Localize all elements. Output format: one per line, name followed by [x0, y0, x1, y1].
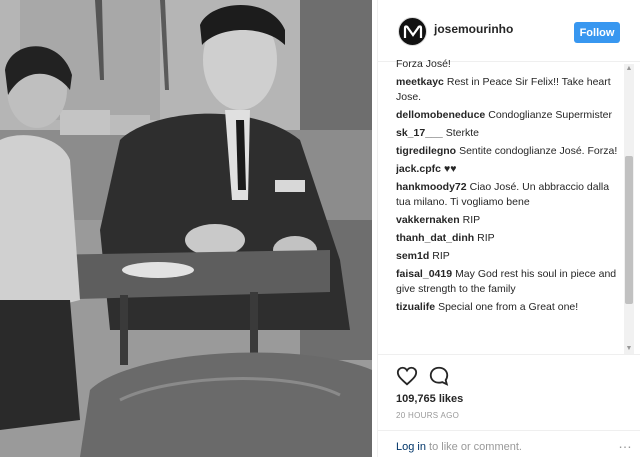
comment-text: Sterkte: [445, 127, 479, 139]
comment-item: tigredilegno Sentite condoglianze José. F…: [396, 144, 618, 159]
comment-text: Condoglianze Supermister: [488, 109, 612, 121]
scrollbar[interactable]: ▲ ▼: [624, 64, 634, 354]
comments-list[interactable]: Forza José! meetkayc Rest in Peace Sir Fel…: [396, 57, 618, 354]
scroll-down-icon[interactable]: ▼: [624, 344, 634, 354]
comment-text: RIP: [462, 214, 481, 226]
comment-author[interactable]: meetkayc: [396, 76, 444, 88]
likes-count[interactable]: 109,765 likes: [396, 393, 463, 405]
comment-text: Special one from a Great one!: [438, 301, 579, 313]
comment-text: RIP: [477, 232, 495, 244]
more-options-icon[interactable]: …: [618, 435, 632, 451]
comment-author[interactable]: sk_17___: [396, 127, 443, 139]
comment-author[interactable]: hankmoody72: [396, 181, 467, 193]
comment-item: dellomobeneduce Condoglianze Supermister: [396, 108, 618, 123]
comment-author[interactable]: sem1d: [396, 250, 429, 262]
comment-text: RIP: [432, 250, 450, 262]
comment-bubble-icon[interactable]: [428, 365, 450, 387]
comment-item: jack.cpfc ♥♥: [396, 162, 618, 177]
comment-item: thanh_dat_dinh RIP: [396, 231, 618, 246]
comment-text: Forza José!: [396, 58, 451, 70]
scroll-thumb[interactable]: [625, 156, 633, 304]
comment-text: Sentite condoglianze José. Forza!: [459, 145, 618, 157]
comment-author[interactable]: vakkernaken: [396, 214, 460, 226]
comment-author[interactable]: jack.cpfc: [396, 163, 441, 175]
comment-item: Forza José!: [396, 57, 618, 72]
comment-item: hankmoody72 Ciao José. Un abbraccio dalla…: [396, 180, 618, 210]
comment-text: ♥♥: [443, 163, 457, 175]
login-link[interactable]: Log in: [396, 441, 426, 453]
comment-author[interactable]: tigredilegno: [396, 145, 456, 157]
comment-author[interactable]: dellomobeneduce: [396, 109, 485, 121]
post-timestamp: 20 HOURS AGO: [396, 411, 460, 420]
comment-item: sk_17___ Sterkte: [396, 126, 618, 141]
m-logo-icon: [403, 24, 422, 38]
follow-button[interactable]: Follow: [574, 22, 620, 43]
post-photo[interactable]: [0, 0, 372, 457]
comment-item: meetkayc Rest in Peace Sir Felix!! Take h…: [396, 75, 618, 105]
username[interactable]: josemourinho: [434, 22, 513, 36]
comment-author[interactable]: thanh_dat_dinh: [396, 232, 474, 244]
heart-icon[interactable]: [396, 365, 418, 387]
comment-item: tizualife Special one from a Great one!: [396, 300, 618, 315]
post-footer: Log in to like or comment. …: [378, 430, 640, 457]
post-header: josemourinho Follow: [378, 0, 640, 62]
comment-item: sem1d RIP: [396, 249, 618, 264]
login-prompt: Log in to like or comment.: [396, 441, 522, 453]
login-prompt-text: to like or comment.: [429, 441, 522, 453]
post-actions: 109,765 likes 20 HOURS AGO: [378, 354, 640, 429]
post-side-panel: josemourinho Follow Forza José! meetkayc R…: [377, 0, 640, 457]
comment-author[interactable]: faisal_0419: [396, 268, 452, 280]
comment-author[interactable]: tizualife: [396, 301, 435, 313]
scroll-up-icon[interactable]: ▲: [624, 64, 634, 74]
avatar[interactable]: [398, 17, 427, 46]
black-and-white-photo: [0, 0, 372, 457]
comment-item: vakkernaken RIP: [396, 213, 618, 228]
comment-item: faisal_0419 May God rest his soul in piec…: [396, 267, 618, 297]
